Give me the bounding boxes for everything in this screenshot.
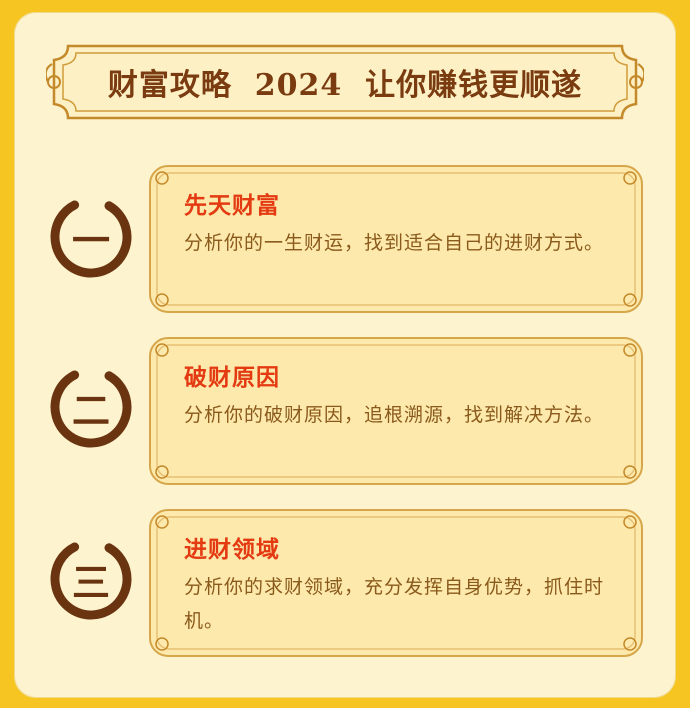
numeral-badge: 一: [46, 192, 136, 282]
numeral-label: 三: [71, 559, 110, 605]
page-title: 财富攻略 2024 让你赚钱更顺遂: [107, 68, 583, 103]
section-card: 进财领域 分析你的求财领域，充分发挥自身优势，抓住时机。: [148, 508, 644, 658]
section-title: 先天财富: [184, 193, 280, 219]
numeral-badge: 三: [46, 534, 136, 624]
numeral-label: 二: [71, 387, 110, 433]
section-description: 分析你的破财原因，追根溯源，找到解决方法。: [184, 404, 605, 426]
section-description: 分析你的一生财运，找到适合自己的进财方式。: [184, 232, 605, 254]
section-description: 分析你的求财领域，充分发挥自身优势，抓住时机。: [184, 576, 605, 632]
section-title: 进财领域: [184, 537, 280, 563]
numeral-badge: 二: [46, 362, 136, 452]
section-card: 破财原因 分析你的破财原因，追根溯源，找到解决方法。: [148, 336, 644, 486]
section-row: 二 破财原因 分析你的破财原因，追根溯源，找到解决方法。: [0, 332, 690, 492]
section-row: 三 进财领域 分析你的求财领域，充分发挥自身优势，抓住时机。: [0, 504, 690, 664]
title-plaque: 财富攻略 2024 让你赚钱更顺遂: [46, 40, 644, 124]
section-row: 一 先天财富 分析你的一生财运，找到适合自己的进财方式。: [0, 160, 690, 320]
section-card: 先天财富 分析你的一生财运，找到适合自己的进财方式。: [148, 164, 644, 314]
numeral-label: 一: [71, 217, 110, 263]
section-title: 破财原因: [184, 365, 280, 391]
